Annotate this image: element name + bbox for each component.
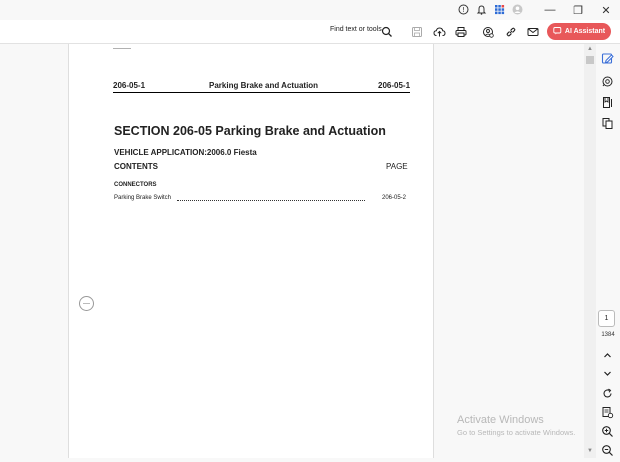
link-icon[interactable] [505, 25, 518, 38]
page-column-label: PAGE [386, 162, 408, 171]
title-bar-icons: ! [457, 3, 524, 16]
scroll-up-icon[interactable]: ▲ [584, 46, 596, 54]
activate-windows-subtitle: Go to Settings to activate Windows. [457, 428, 576, 437]
chevron-down-icon[interactable] [601, 367, 614, 380]
header-rule [113, 92, 410, 93]
upload-icon[interactable] [433, 25, 446, 38]
ai-assistant-button[interactable]: AI Assistant [547, 23, 611, 40]
section-title: SECTION 206-05 Parking Brake and Actuati… [114, 124, 386, 138]
chevron-up-icon[interactable] [601, 349, 614, 362]
apps-grid-icon[interactable] [493, 3, 506, 16]
vertical-scrollbar[interactable]: ▲ ▼ [584, 44, 596, 458]
search-icon[interactable] [381, 25, 393, 37]
toc-entry-page[interactable]: 206-05-2 [382, 195, 406, 201]
right-tools-panel: 1 1384 [596, 44, 620, 458]
minimize-button[interactable]: — [536, 0, 564, 20]
pages-icon[interactable] [601, 117, 614, 130]
page-marker: ▬▬▬▬▬▬ [113, 46, 131, 50]
comment-icon[interactable] [601, 75, 614, 88]
find-text-button[interactable]: Find text or tools [330, 26, 382, 33]
contents-heading: CONTENTS [114, 162, 158, 171]
toolbar: Find text or tools AI Assistant [0, 20, 620, 44]
email-icon[interactable] [527, 25, 540, 38]
save-icon[interactable] [411, 25, 424, 38]
window-controls: — ❐ ✕ [536, 0, 620, 20]
scroll-down-icon[interactable]: ▼ [584, 448, 596, 456]
svg-text:!: ! [462, 6, 465, 14]
activate-windows-title: Activate Windows [457, 414, 544, 426]
bookmark-icon[interactable] [601, 96, 614, 109]
help-icon[interactable]: ! [457, 3, 470, 16]
scroll-thumb[interactable] [586, 56, 594, 64]
header-center: Parking Brake and Actuation [209, 81, 319, 90]
edit-pdf-icon[interactable] [601, 52, 614, 65]
bell-icon[interactable] [475, 3, 488, 16]
stamp-icon [79, 296, 94, 311]
document-page: ▬▬▬▬▬▬ 206-05-1 Parking Brake and Actuat… [68, 44, 434, 458]
ai-assistant-label: AI Assistant [564, 28, 606, 35]
header-left: 206-05-1 [113, 81, 146, 90]
refresh-icon[interactable] [601, 387, 614, 400]
print-icon[interactable] [455, 25, 468, 38]
restore-button[interactable]: ❐ [564, 0, 592, 20]
connectors-heading: CONNECTORS [114, 182, 157, 188]
current-page-input[interactable]: 1 [598, 310, 615, 327]
total-pages: 1384 [601, 332, 615, 338]
ai-sparkle-icon [553, 26, 562, 37]
zoom-out-icon[interactable] [601, 444, 614, 457]
header-right: 206-05-1 [378, 81, 411, 90]
toc-entry-name[interactable]: Parking Brake Switch [114, 195, 171, 201]
zoom-in-icon[interactable] [601, 425, 614, 438]
toc-leader-dots [177, 200, 365, 201]
page-settings-icon[interactable] [601, 406, 614, 419]
vehicle-application: VEHICLE APPLICATION:2006.0 Fiesta [114, 148, 257, 157]
activate-windows-watermark: Activate Windows Go to Settings to activ… [457, 414, 575, 437]
title-bar: ! — ❐ ✕ [0, 0, 620, 20]
share-icon[interactable] [482, 25, 495, 38]
close-button[interactable]: ✕ [592, 0, 620, 20]
avatar[interactable] [511, 3, 524, 16]
